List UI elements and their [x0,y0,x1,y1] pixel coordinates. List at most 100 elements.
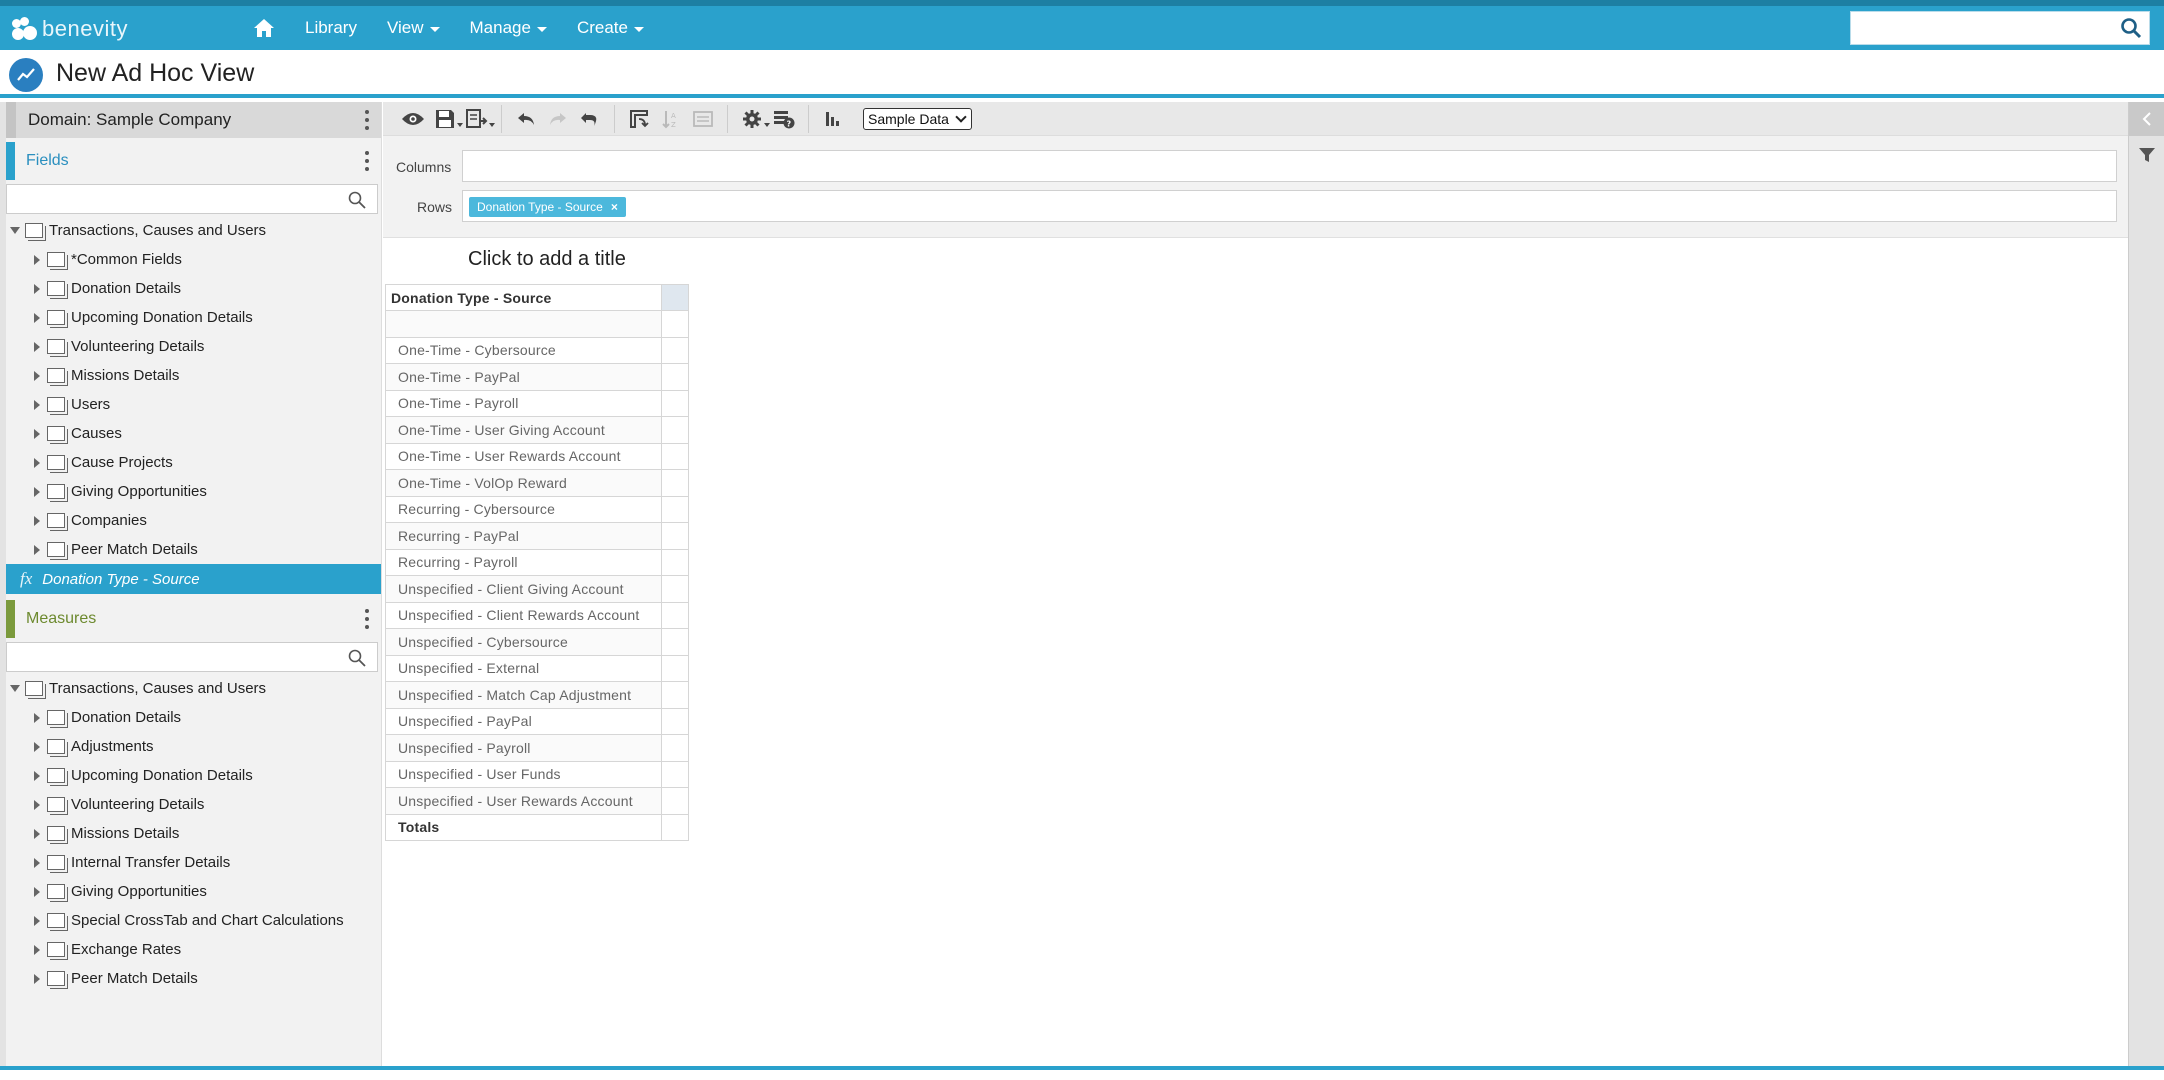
row-member-cell[interactable]: Unspecified - Match Cap Adjustment [385,681,662,709]
measures-search-input[interactable] [6,642,378,672]
tree-node[interactable]: Causes [6,419,381,448]
expanded-arrow-icon[interactable] [10,227,20,234]
home-button[interactable] [238,6,290,50]
options-button[interactable] [736,105,770,133]
tree-node-root[interactable]: Transactions, Causes and Users [6,674,381,703]
tree-node[interactable]: Missions Details [6,361,381,390]
filter-button[interactable] [2129,146,2164,164]
row-member-cell[interactable]: One-Time - PayPal [385,363,662,391]
redo-button[interactable] [542,105,574,133]
domain-menu-icon[interactable] [365,110,369,130]
pivot-button[interactable] [623,105,655,133]
collapsed-arrow-icon[interactable] [34,741,40,752]
tree-node[interactable]: Missions Details [6,819,381,848]
expanded-arrow-icon[interactable] [10,685,20,692]
collapsed-arrow-icon[interactable] [34,799,40,810]
search-icon[interactable] [2119,16,2143,40]
columns-drop-zone[interactable] [462,150,2117,182]
tree-node[interactable]: Cause Projects [6,448,381,477]
row-group-header[interactable]: Donation Type - Source [385,284,662,311]
row-member-cell[interactable]: Recurring - Cybersource [385,495,662,523]
collapsed-arrow-icon[interactable] [34,341,40,352]
row-member-cell[interactable]: Recurring - PayPal [385,522,662,550]
tree-node[interactable]: Special CrossTab and Chart Calculations [6,906,381,935]
tree-node[interactable]: Volunteering Details [6,790,381,819]
chart-type-button[interactable] [817,105,849,133]
collapsed-arrow-icon[interactable] [34,944,40,955]
collapsed-arrow-icon[interactable] [34,770,40,781]
tree-node[interactable]: Peer Match Details [6,964,381,993]
fields-menu-icon[interactable] [365,151,369,171]
tree-node[interactable]: Donation Details [6,274,381,303]
row-member-cell[interactable]: Recurring - Payroll [385,548,662,576]
fields-search-input[interactable] [6,184,378,214]
tree-node[interactable]: Upcoming Donation Details [6,761,381,790]
save-button[interactable] [429,105,463,133]
tree-node[interactable]: Companies [6,506,381,535]
close-icon[interactable]: × [611,200,618,214]
collapsed-arrow-icon[interactable] [34,828,40,839]
measures-menu-icon[interactable] [365,609,369,629]
row-member-cell[interactable]: Unspecified - User Funds [385,760,662,788]
row-member-cell[interactable]: One-Time - VolOp Reward [385,469,662,497]
row-member-cell[interactable]: Unspecified - PayPal [385,707,662,735]
collapsed-arrow-icon[interactable] [34,486,40,497]
collapsed-arrow-icon[interactable] [34,915,40,926]
collapsed-arrow-icon[interactable] [34,973,40,984]
tree-node[interactable]: Giving Opportunities [6,477,381,506]
expand-filters-button[interactable] [2129,102,2164,136]
tree-node[interactable]: Volunteering Details [6,332,381,361]
view-title-placeholder[interactable]: Click to add a title [468,248,626,271]
row-member-cell[interactable]: One-Time - User Giving Account [385,416,662,444]
collapsed-arrow-icon[interactable] [34,399,40,410]
sort-button[interactable]: AZ [655,105,687,133]
collapsed-arrow-icon[interactable] [34,370,40,381]
collapsed-arrow-icon[interactable] [34,886,40,897]
tree-node[interactable]: Upcoming Donation Details [6,303,381,332]
row-member-cell[interactable]: Unspecified - External [385,654,662,682]
tree-node[interactable]: Peer Match Details [6,535,381,564]
row-member-cell[interactable]: One-Time - User Rewards Account [385,442,662,470]
nav-create[interactable]: Create [562,6,659,50]
collapsed-arrow-icon[interactable] [34,544,40,555]
row-member-cell[interactable]: One-Time - Payroll [385,389,662,417]
row-member-cell[interactable]: Unspecified - User Rewards Account [385,787,662,815]
export-button[interactable] [461,105,495,133]
tree-node[interactable]: Exchange Rates [6,935,381,964]
row-member-cell[interactable]: Unspecified - Cybersource [385,628,662,656]
benevity-logo[interactable]: benevity [10,14,128,44]
undo-all-button[interactable] [574,105,606,133]
row-member-cell[interactable]: One-Time - Cybersource [385,336,662,364]
global-search-input[interactable] [1850,11,2150,45]
tree-node-root[interactable]: Transactions, Causes and Users [6,216,381,245]
data-size-select[interactable]: Sample Data [863,107,972,130]
search-icon[interactable] [347,190,367,210]
row-member-cell[interactable]: Unspecified - Client Giving Account [385,575,662,603]
preview-button[interactable] [397,105,429,133]
search-icon[interactable] [347,648,367,668]
row-member-cell[interactable]: Unspecified - Client Rewards Account [385,601,662,629]
collapsed-arrow-icon[interactable] [34,283,40,294]
collapsed-arrow-icon[interactable] [34,312,40,323]
rows-drop-zone[interactable]: Donation Type - Source × [462,190,2117,222]
nav-library[interactable]: Library [290,6,372,50]
tree-node[interactable]: Users [6,390,381,419]
tree-node[interactable]: Adjustments [6,732,381,761]
nav-manage[interactable]: Manage [455,6,562,50]
tree-node[interactable]: Donation Details [6,703,381,732]
collapsed-arrow-icon[interactable] [34,515,40,526]
row-member-cell[interactable]: Unspecified - Payroll [385,734,662,762]
collapsed-arrow-icon[interactable] [34,457,40,468]
input-controls-button[interactable] [687,105,719,133]
tree-node[interactable]: Giving Opportunities [6,877,381,906]
collapsed-arrow-icon[interactable] [34,254,40,265]
tree-node[interactable]: *Common Fields [6,245,381,274]
nav-view[interactable]: View [372,6,455,50]
selected-calculated-field[interactable]: fx Donation Type - Source [6,564,381,594]
data-policy-button[interactable]: ? [768,105,800,133]
collapse-left-handle[interactable] [6,102,16,138]
collapsed-arrow-icon[interactable] [34,857,40,868]
collapsed-arrow-icon[interactable] [34,712,40,723]
tree-node[interactable]: Internal Transfer Details [6,848,381,877]
rows-field-pill[interactable]: Donation Type - Source × [469,197,626,217]
